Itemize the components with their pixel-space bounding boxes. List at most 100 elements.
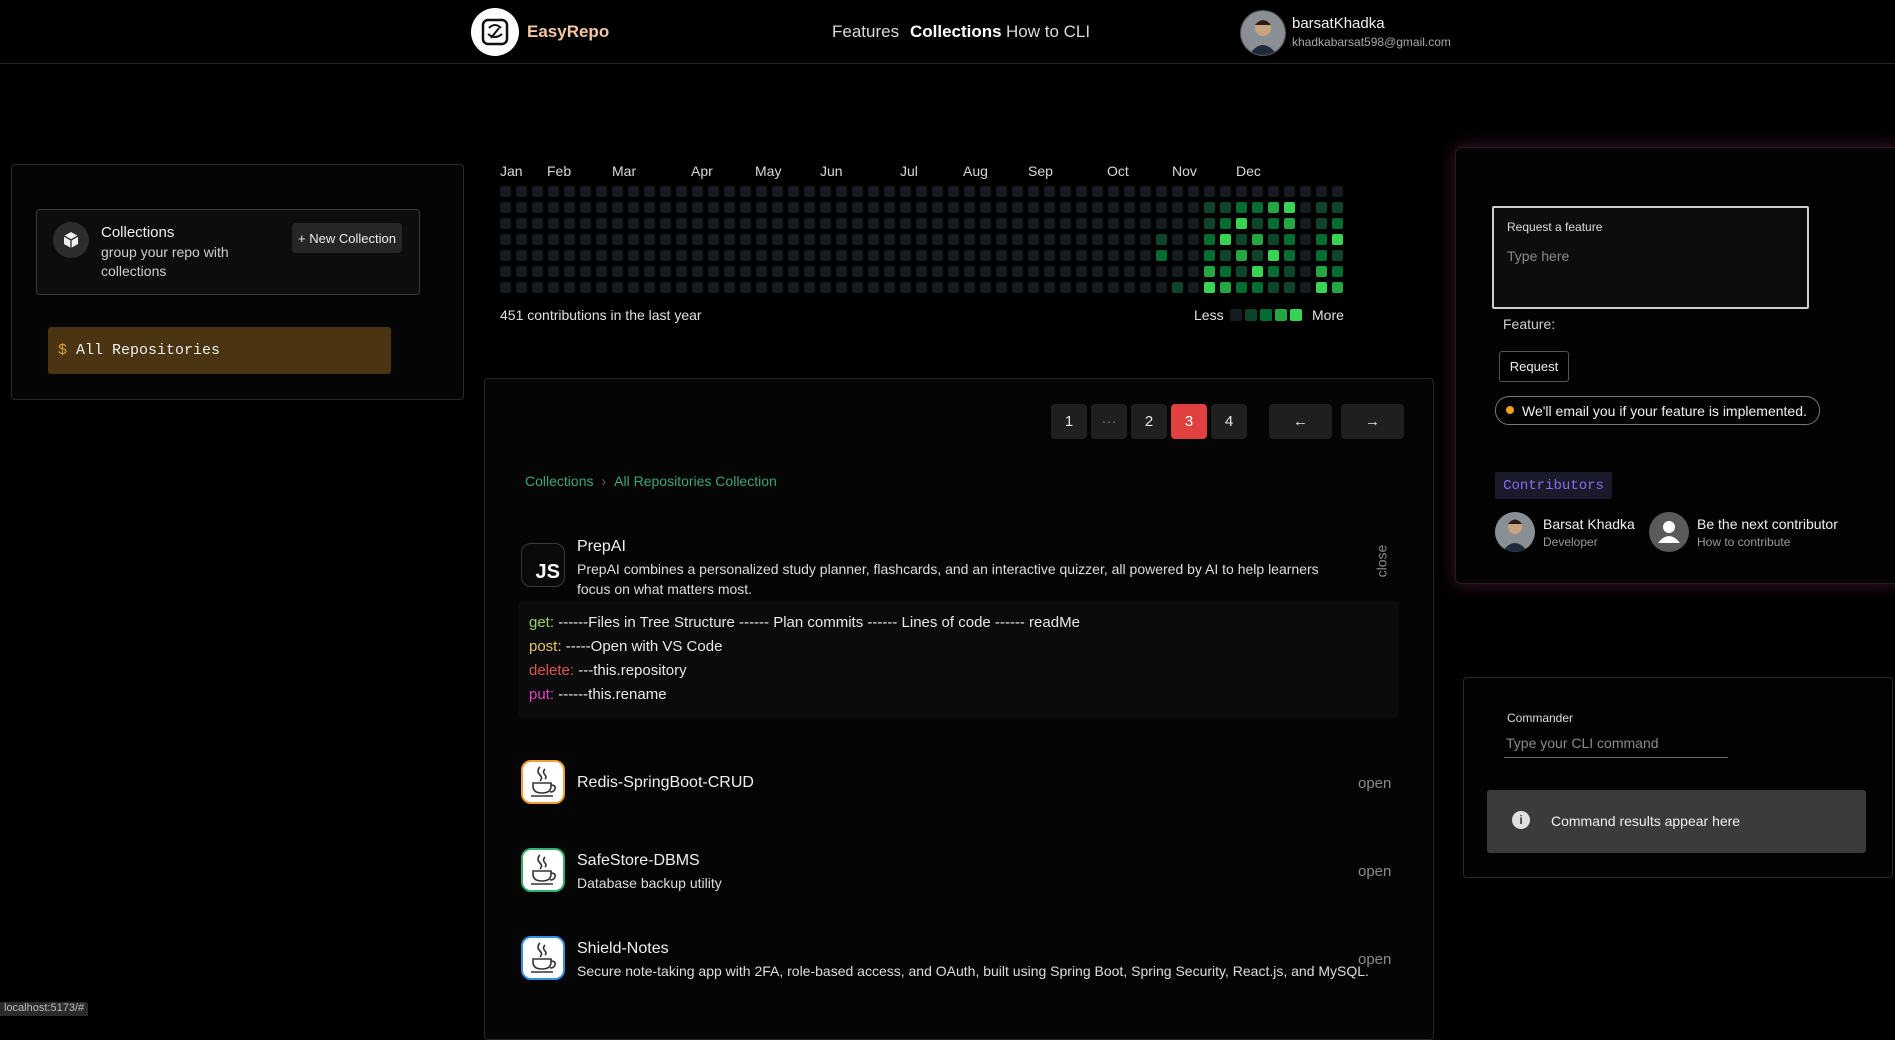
contribution-cell xyxy=(612,250,623,261)
contribution-cell xyxy=(1236,186,1247,197)
contribution-cell xyxy=(1108,186,1119,197)
contribution-cell xyxy=(644,218,655,229)
contribution-cell xyxy=(1204,266,1215,277)
nav-features[interactable]: Features xyxy=(832,22,899,42)
contribution-cell xyxy=(676,218,687,229)
contributor-avatar[interactable] xyxy=(1495,512,1535,552)
repo-title[interactable]: Shield-Notes xyxy=(577,940,669,958)
page-button-3[interactable]: 3 xyxy=(1171,404,1207,439)
contribution-cell xyxy=(1044,202,1055,213)
contributor-name[interactable]: Barsat Khadka xyxy=(1543,516,1635,532)
contribution-cell xyxy=(980,234,991,245)
contribution-cell xyxy=(644,282,655,293)
contribution-cell xyxy=(804,186,815,197)
contribution-cell xyxy=(1300,282,1311,293)
contribution-cell xyxy=(1124,218,1135,229)
contribution-cell xyxy=(820,218,831,229)
contribution-cell xyxy=(852,234,863,245)
contribution-cell xyxy=(724,250,735,261)
page-ellipsis[interactable]: ··· xyxy=(1091,404,1127,439)
repo-title[interactable]: SafeStore-DBMS xyxy=(577,852,700,870)
contribution-cell xyxy=(548,234,559,245)
contribution-cell xyxy=(820,234,831,245)
new-collection-button[interactable]: + New Collection xyxy=(292,223,402,253)
contribution-cell xyxy=(1188,234,1199,245)
contribution-cell xyxy=(1108,266,1119,277)
contribution-cell xyxy=(884,218,895,229)
next-page-button[interactable]: → xyxy=(1341,404,1404,439)
contribution-cell xyxy=(1284,250,1295,261)
contribution-cell xyxy=(564,218,575,229)
contribution-cell xyxy=(1076,282,1087,293)
contribution-cell xyxy=(980,218,991,229)
contribution-cell xyxy=(1012,234,1023,245)
contribution-cell xyxy=(756,282,767,293)
cli-command-input[interactable] xyxy=(1504,729,1728,758)
close-repo-button[interactable]: close xyxy=(1373,545,1389,578)
how-to-contribute-link[interactable]: How to contribute xyxy=(1697,535,1790,549)
contribution-cell xyxy=(1108,218,1119,229)
contribution-cell xyxy=(1268,250,1279,261)
prev-page-button[interactable]: ← xyxy=(1269,404,1332,439)
repo-title[interactable]: Redis-SpringBoot-CRUD xyxy=(577,774,754,792)
contribution-cell xyxy=(772,250,783,261)
contribution-cell xyxy=(1076,234,1087,245)
contribution-cell xyxy=(628,186,639,197)
contributor-name[interactable]: Be the next contributor xyxy=(1697,516,1838,532)
open-repo-button[interactable]: open xyxy=(1358,775,1391,792)
contribution-summary: 451 contributions in the last year xyxy=(500,307,702,323)
java-icon xyxy=(521,760,565,804)
request-button[interactable]: Request xyxy=(1499,351,1569,382)
open-repo-button[interactable]: open xyxy=(1358,863,1391,880)
contribution-cell xyxy=(1076,186,1087,197)
email-notice-text: We'll email you if your feature is imple… xyxy=(1522,402,1807,419)
contribution-cell xyxy=(596,218,607,229)
easyrepo-logo[interactable] xyxy=(471,8,519,56)
contribution-cell xyxy=(1156,186,1167,197)
command-get[interactable]: get: ------Files in Tree Structure -----… xyxy=(529,614,1080,631)
contribution-cell xyxy=(804,250,815,261)
contribution-cell xyxy=(1076,202,1087,213)
nav-how-to-cli[interactable]: How to CLI xyxy=(1006,22,1090,42)
java-icon xyxy=(521,936,565,980)
contribution-cell xyxy=(1188,282,1199,293)
contributor-avatar[interactable] xyxy=(1649,512,1689,552)
contribution-cell xyxy=(532,250,543,261)
contribution-cell xyxy=(836,202,847,213)
contribution-cell xyxy=(1188,250,1199,261)
feature-request-input[interactable] xyxy=(1505,240,1799,272)
contribution-cell xyxy=(1108,250,1119,261)
brand-name[interactable]: EasyRepo xyxy=(527,22,609,42)
contribution-cell xyxy=(932,250,943,261)
command-delete[interactable]: delete: ---this.repository xyxy=(529,662,687,679)
command-put[interactable]: put: ------this.rename xyxy=(529,686,667,703)
page-button-4[interactable]: 4 xyxy=(1211,404,1247,439)
command-put-text: ------this.rename xyxy=(554,686,667,703)
user-email: khadkabarsat598@gmail.com xyxy=(1292,35,1451,49)
user-avatar[interactable] xyxy=(1240,10,1286,56)
contribution-cell xyxy=(932,186,943,197)
breadcrumb-current[interactable]: All Repositories Collection xyxy=(614,473,777,489)
breadcrumb-root[interactable]: Collections xyxy=(525,473,593,489)
contribution-cell xyxy=(1236,202,1247,213)
contribution-cell xyxy=(884,202,895,213)
contribution-cell xyxy=(996,202,1007,213)
command-post[interactable]: post: -----Open with VS Code xyxy=(529,638,722,655)
open-repo-button[interactable]: open xyxy=(1358,951,1391,968)
contribution-cell xyxy=(548,218,559,229)
java-icon xyxy=(521,848,565,892)
nav-collections[interactable]: Collections xyxy=(910,22,1002,42)
all-repositories-item[interactable]: $ All Repositories xyxy=(48,327,391,374)
page-button-2[interactable]: 2 xyxy=(1131,404,1167,439)
contribution-cell xyxy=(788,218,799,229)
contribution-cell xyxy=(500,266,511,277)
contribution-cell xyxy=(852,266,863,277)
contribution-cell xyxy=(1300,186,1311,197)
contribution-cell xyxy=(1268,202,1279,213)
repo-title[interactable]: PrepAI xyxy=(577,538,626,556)
contribution-cell xyxy=(676,282,687,293)
page-button-1[interactable]: 1 xyxy=(1051,404,1087,439)
contribution-cell xyxy=(708,250,719,261)
legend-more-label: More xyxy=(1312,307,1344,323)
contribution-cell xyxy=(980,250,991,261)
